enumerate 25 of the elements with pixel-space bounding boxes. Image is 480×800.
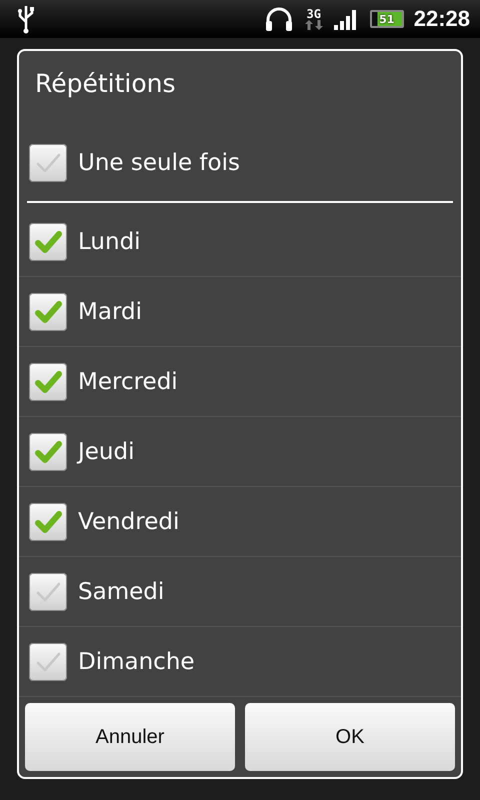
usb-icon	[16, 4, 36, 34]
list-item[interactable]: Mardi	[19, 277, 461, 347]
checkbox[interactable]	[29, 362, 67, 400]
list-item[interactable]: Jeudi	[19, 417, 461, 487]
clock: 22:28	[414, 6, 470, 32]
battery-level: 51	[379, 12, 394, 26]
list-item[interactable]: Samedi	[19, 557, 461, 627]
list-item[interactable]: Vendredi	[19, 487, 461, 557]
list-item[interactable]: Dimanche	[19, 627, 461, 697]
checkbox[interactable]	[29, 222, 67, 260]
checkbox[interactable]	[29, 642, 67, 680]
checkbox[interactable]	[29, 292, 67, 330]
list-item[interactable]: Lundi	[19, 207, 461, 277]
checkbox[interactable]	[29, 502, 67, 540]
data-arrows-icon	[304, 20, 324, 30]
checkbox[interactable]	[29, 432, 67, 470]
network-type: 3G	[306, 8, 321, 20]
headphones-icon	[264, 6, 294, 32]
dialog-button[interactable]: Annuler	[25, 703, 235, 771]
list-item[interactable]: Mercredi	[19, 347, 461, 417]
dialog-button[interactable]: OK	[245, 703, 455, 771]
list-item[interactable]: Une seule fois	[19, 113, 461, 201]
checkbox[interactable]	[29, 144, 67, 182]
dialog-title: Répétitions	[34, 68, 177, 100]
checkbox[interactable]	[29, 572, 67, 610]
